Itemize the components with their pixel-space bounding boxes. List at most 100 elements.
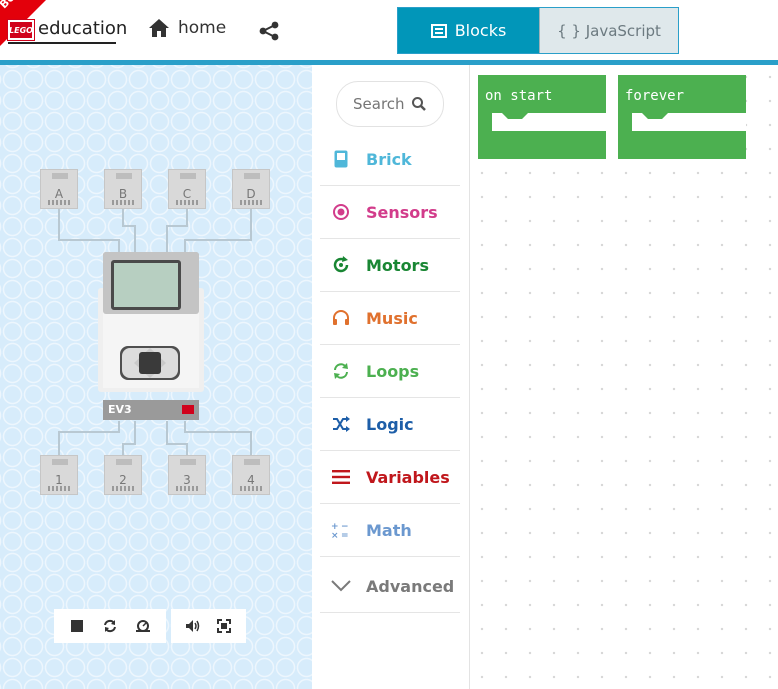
category-label: Logic [366, 414, 414, 434]
tab-javascript[interactable]: { } JavaScript [539, 8, 678, 53]
category-music[interactable]: Music [320, 292, 460, 345]
wire [250, 207, 252, 241]
stop-icon[interactable] [66, 615, 88, 637]
top-bar: Beta LEGO education home Blocks { } Java… [0, 0, 778, 60]
blocks-icon [430, 23, 447, 38]
wire [134, 225, 136, 253]
wire [184, 431, 252, 433]
category-label: Motors [366, 255, 429, 275]
port-label: B [118, 187, 128, 201]
logic-icon [330, 413, 352, 435]
port-label: 1 [55, 473, 63, 487]
editor-toggle: Blocks { } JavaScript [397, 7, 679, 54]
category-variables[interactable]: Variables [320, 451, 460, 504]
output-port-2[interactable]: 2 [104, 455, 142, 495]
svg-text:×: × [331, 531, 339, 539]
wire [186, 207, 188, 227]
on-start-block[interactable]: on start [478, 75, 606, 159]
wire [184, 239, 186, 253]
restart-icon[interactable] [99, 615, 121, 637]
category-logic[interactable]: Logic [320, 398, 460, 451]
wire [166, 225, 188, 227]
category-label: Advanced [366, 576, 455, 596]
ev3-brick: EV3 [98, 252, 204, 422]
block-label: on start [485, 88, 553, 104]
variables-icon [330, 466, 352, 488]
wire [118, 239, 120, 253]
fullscreen-icon[interactable] [213, 615, 235, 637]
port-label: 4 [247, 473, 255, 487]
wire [58, 239, 120, 241]
search-icon[interactable] [411, 96, 427, 112]
category-motors[interactable]: Motors [320, 239, 460, 292]
home-label: home [178, 18, 227, 38]
input-port-d[interactable]: D [232, 169, 270, 209]
port-label: C [182, 187, 192, 201]
simulator-controls [54, 609, 166, 643]
output-port-1[interactable]: 1 [40, 455, 78, 495]
svg-text:=: = [341, 531, 349, 539]
search-input[interactable] [353, 95, 411, 113]
output-port-4[interactable]: 4 [232, 455, 270, 495]
port-label: 3 [183, 473, 191, 487]
category-loops[interactable]: Loops [320, 345, 460, 398]
chevron-down-icon [330, 575, 352, 597]
brick-lego-icon [182, 405, 194, 414]
brick-screen [111, 260, 181, 310]
port-label: D [246, 187, 256, 201]
home-icon [149, 19, 169, 37]
category-label: Loops [366, 361, 420, 381]
category-math[interactable]: + − × = Math [320, 504, 460, 557]
wire [166, 421, 168, 445]
brick-center-button[interactable] [139, 352, 161, 374]
category-sensors[interactable]: Sensors [320, 186, 460, 239]
forever-block[interactable]: forever [618, 75, 746, 159]
toolbox-panel: Brick Sensors Motors Music Loops Logic V… [312, 65, 470, 689]
loops-icon [330, 360, 352, 382]
wire [166, 225, 168, 253]
category-label: Variables [366, 467, 450, 487]
wire [122, 207, 124, 227]
wire [118, 421, 120, 433]
category-advanced[interactable]: Advanced [320, 560, 460, 613]
wire [250, 431, 252, 457]
wire [58, 207, 60, 241]
math-icon: + − × = [330, 519, 352, 541]
logo-underline [8, 42, 116, 44]
search-box[interactable] [336, 81, 444, 127]
education-title: education [38, 18, 128, 39]
tab-blocks-label: Blocks [454, 21, 507, 40]
sound-icon[interactable] [182, 615, 204, 637]
brick-label: EV3 [108, 403, 132, 416]
sensors-icon [330, 201, 352, 223]
simulator-panel: A B C D 1 2 3 4 EV3 [0, 65, 312, 689]
blocks-workspace[interactable]: on start forever [470, 65, 778, 689]
input-port-a[interactable]: A [40, 169, 78, 209]
wire [58, 431, 120, 433]
wire [58, 431, 60, 457]
input-port-c[interactable]: C [168, 169, 206, 209]
block-label: forever [625, 88, 685, 104]
port-label: A [54, 187, 64, 201]
home-button[interactable]: home [148, 18, 226, 38]
category-label: Music [366, 308, 418, 328]
wire [134, 421, 136, 445]
tab-blocks[interactable]: Blocks [398, 8, 539, 53]
brick-icon [330, 148, 352, 170]
tab-javascript-label: { } JavaScript [557, 21, 661, 40]
lego-logo: LEGO [8, 20, 34, 40]
output-port-3[interactable]: 3 [168, 455, 206, 495]
port-label: 2 [119, 473, 127, 487]
category-brick[interactable]: Brick [320, 133, 460, 186]
wire [166, 443, 188, 445]
slow-motion-icon[interactable] [132, 615, 154, 637]
wire [184, 239, 252, 241]
category-label: Math [366, 520, 412, 540]
music-icon [330, 307, 352, 329]
category-label: Brick [366, 149, 412, 169]
simulator-extra-controls [171, 609, 246, 643]
input-port-b[interactable]: B [104, 169, 142, 209]
share-button[interactable] [258, 21, 280, 45]
motors-icon [330, 254, 352, 276]
category-label: Sensors [366, 202, 438, 222]
